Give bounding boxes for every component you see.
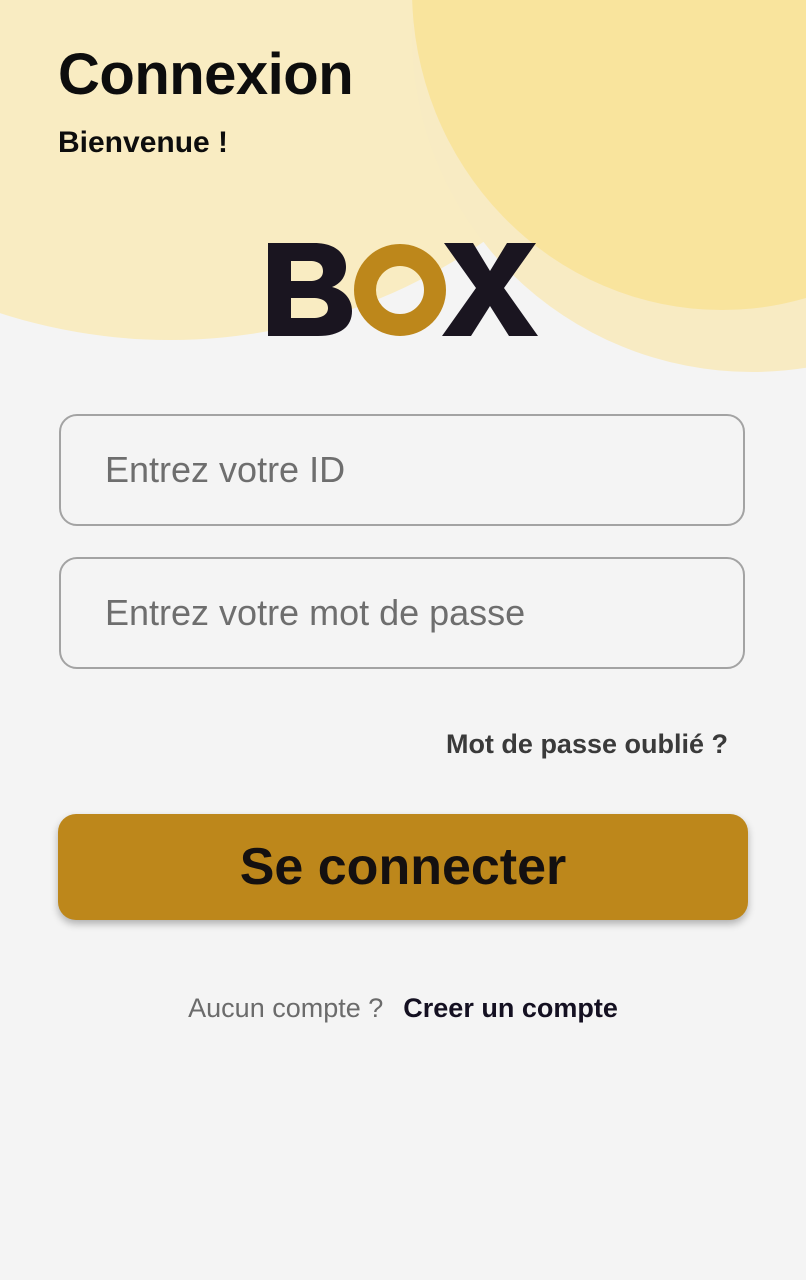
login-button[interactable]: Se connecter	[58, 814, 748, 920]
box-logo-graphic	[268, 243, 538, 336]
logo-letter-x	[442, 243, 538, 336]
id-input[interactable]	[59, 414, 745, 526]
no-account-text: Aucun compte ?	[188, 993, 384, 1023]
logo-letter-o	[354, 244, 446, 336]
box-logo	[266, 240, 538, 340]
create-account-link[interactable]: Creer un compte	[403, 993, 618, 1023]
forgot-password-link[interactable]: Mot de passe oublié ?	[446, 726, 728, 762]
login-screen: Connexion Bienvenue ! Mot de passe oubli…	[0, 0, 806, 1280]
logo-letter-b	[268, 243, 352, 336]
password-input[interactable]	[59, 557, 745, 669]
page-title: Connexion	[58, 42, 354, 107]
welcome-subtitle: Bienvenue !	[58, 126, 229, 159]
signup-row: Aucun compte ? Creer un compte	[0, 988, 806, 1028]
